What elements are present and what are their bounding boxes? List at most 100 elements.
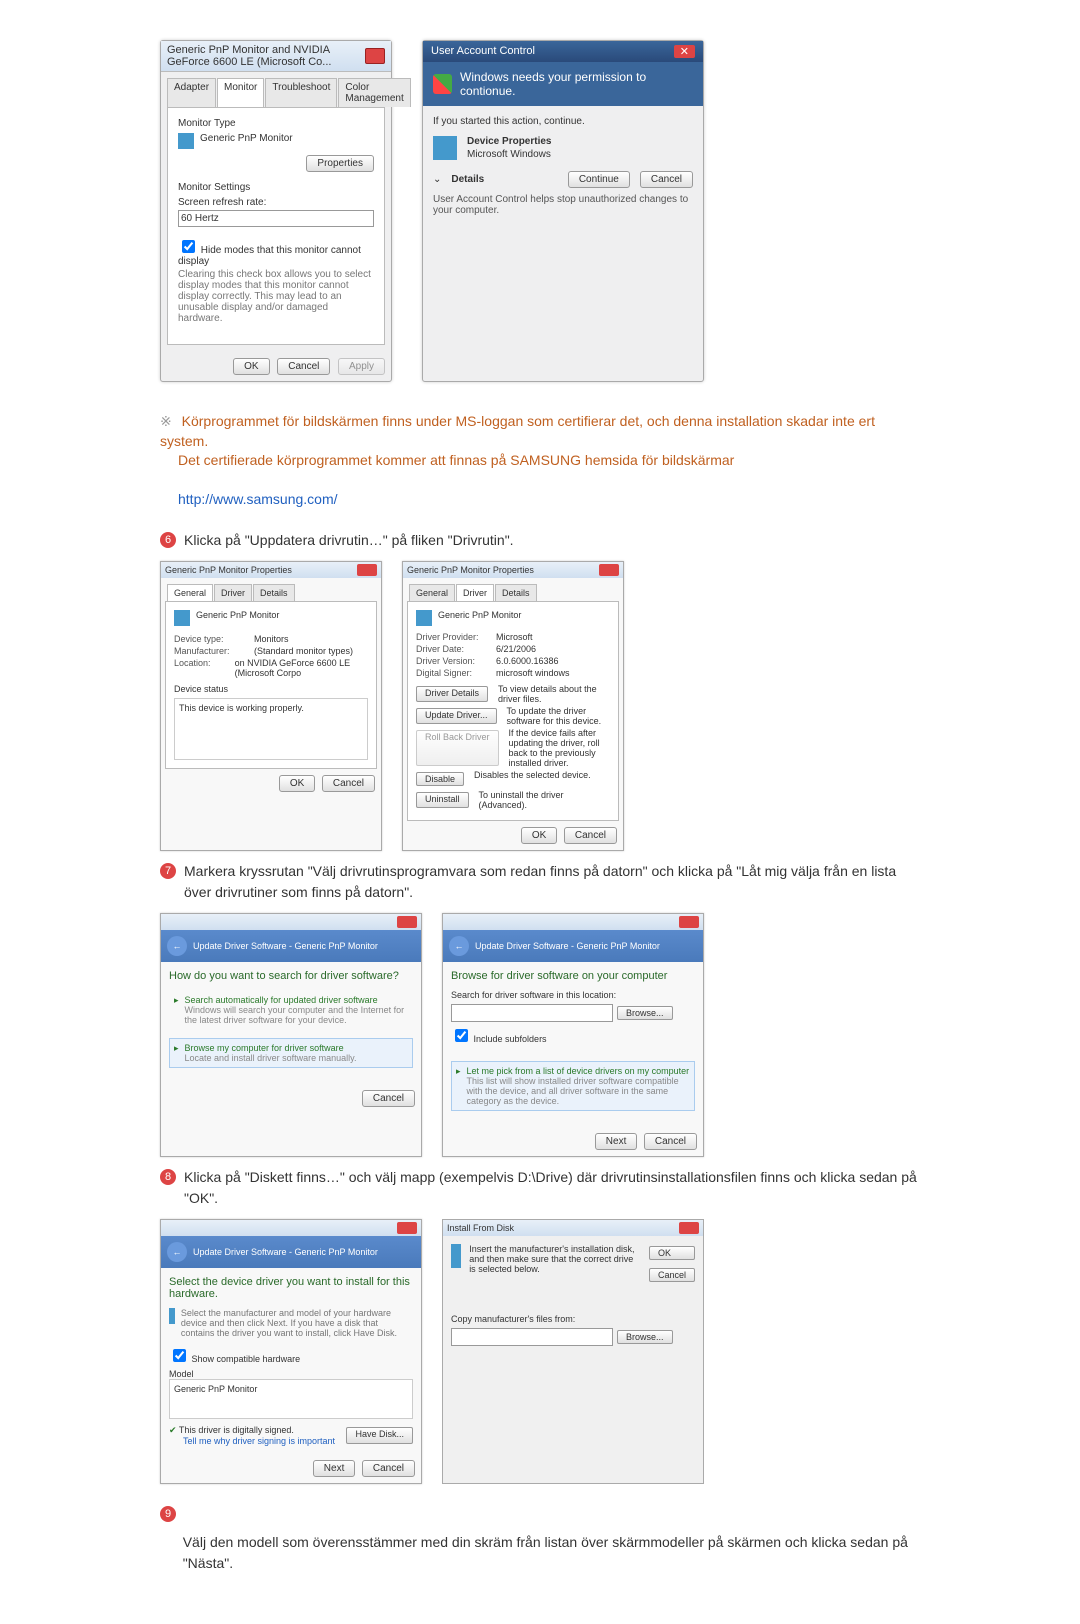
ok-button[interactable]: OK: [649, 1246, 695, 1260]
signing-link[interactable]: Tell me why driver signing is important: [183, 1436, 335, 1446]
pick-title: Let me pick from a list of device driver…: [467, 1066, 690, 1076]
cancel-button[interactable]: Cancel: [644, 1133, 697, 1150]
monitor-icon: [174, 610, 190, 626]
wizard-heading: How do you want to search for driver sof…: [169, 970, 413, 982]
window-title: Generic PnP Monitor and NVIDIA GeForce 6…: [167, 44, 365, 68]
step6-text: Klicka på "Uppdatera drivrutin…" på flik…: [184, 530, 514, 551]
refresh-rate-select[interactable]: 60 Hertz: [178, 210, 374, 227]
props-general-dialog: Generic PnP Monitor Properties General D…: [160, 561, 382, 851]
uninstall-button[interactable]: Uninstall: [416, 792, 469, 808]
window-title: Generic PnP Monitor Properties: [407, 565, 534, 575]
signer-value: microsoft windows: [496, 668, 570, 678]
uac-titlebar: User Account Control ✕: [423, 41, 703, 62]
status-label: Device status: [174, 684, 368, 694]
close-icon[interactable]: [365, 48, 385, 64]
cancel-button[interactable]: Cancel: [362, 1090, 415, 1107]
monitor-icon: [169, 1308, 175, 1324]
option-pick-from-list[interactable]: ▸ Let me pick from a list of device driv…: [451, 1061, 695, 1111]
opt1-title: Search automatically for updated driver …: [185, 995, 378, 1005]
note-line2: Det certifierade körprogrammet kommer at…: [178, 451, 734, 471]
include-subfolders-label: Include subfolders: [474, 1034, 547, 1044]
note-line1: Körprogrammet för bildskärmen finns unde…: [160, 413, 875, 449]
signed-text: This driver is digitally signed.: [179, 1425, 294, 1435]
check-icon: ✔: [169, 1425, 177, 1435]
close-icon[interactable]: [397, 916, 417, 928]
breadcrumb: Update Driver Software - Generic PnP Mon…: [193, 1247, 378, 1257]
breadcrumb: Update Driver Software - Generic PnP Mon…: [193, 941, 378, 951]
tab-driver[interactable]: Driver: [214, 584, 252, 601]
driver-details-button[interactable]: Driver Details: [416, 686, 488, 702]
window-controls[interactable]: [365, 48, 385, 64]
copy-from-combo[interactable]: [451, 1328, 613, 1346]
window-title: Install From Disk: [447, 1223, 514, 1233]
disable-button[interactable]: Disable: [416, 772, 464, 786]
back-icon[interactable]: ←: [167, 936, 187, 956]
chevron-down-icon[interactable]: ⌄: [433, 174, 441, 185]
browse-button[interactable]: Browse...: [617, 1330, 673, 1344]
desc-update: To update the driver software for this d…: [507, 706, 610, 726]
uac-ms-windows: Microsoft Windows: [467, 149, 551, 160]
props-driver-dialog: Generic PnP Monitor Properties General D…: [402, 561, 624, 851]
monitor-settings-label: Monitor Settings: [178, 182, 374, 193]
tab-troubleshoot[interactable]: Troubleshoot: [265, 78, 337, 107]
tab-general[interactable]: General: [167, 584, 213, 601]
close-icon[interactable]: [397, 1222, 417, 1234]
close-icon[interactable]: [679, 916, 699, 928]
monitor-name: Generic PnP Monitor: [200, 133, 293, 149]
cancel-button[interactable]: Cancel: [640, 171, 693, 188]
ok-button[interactable]: OK: [279, 775, 315, 792]
have-disk-button[interactable]: Have Disk...: [346, 1427, 413, 1444]
cancel-button[interactable]: Cancel: [277, 358, 330, 375]
step-bullet-9: 9: [160, 1506, 176, 1522]
show-compat-checkbox[interactable]: [173, 1349, 186, 1362]
device-icon: [433, 136, 457, 160]
cancel-button[interactable]: Cancel: [322, 775, 375, 792]
tab-details[interactable]: Details: [253, 584, 295, 601]
tab-details[interactable]: Details: [495, 584, 537, 601]
properties-button[interactable]: Properties: [306, 155, 374, 172]
ok-button[interactable]: OK: [521, 827, 557, 844]
list-item[interactable]: Generic PnP Monitor: [174, 1384, 257, 1394]
update-driver-button[interactable]: Update Driver...: [416, 708, 497, 724]
option-browse-computer[interactable]: ▸ Browse my computer for driver software…: [169, 1038, 413, 1068]
tab-driver[interactable]: Driver: [456, 584, 494, 601]
tab-color[interactable]: Color Management: [338, 78, 410, 107]
cancel-button[interactable]: Cancel: [564, 827, 617, 844]
step9-text: Välj den modell som överensstämmer med d…: [183, 1532, 920, 1574]
wizard-heading: Browse for driver software on your compu…: [451, 970, 695, 982]
browse-button[interactable]: Browse...: [617, 1006, 673, 1020]
tab-adapter[interactable]: Adapter: [167, 78, 216, 107]
option-auto-search[interactable]: ▸ Search automatically for updated drive…: [169, 990, 413, 1030]
wizard-browse-dialog: ←Update Driver Software - Generic PnP Mo…: [442, 913, 704, 1157]
close-icon[interactable]: [679, 1222, 699, 1234]
apply-button[interactable]: Apply: [338, 358, 385, 375]
close-icon[interactable]: [357, 564, 377, 576]
close-icon[interactable]: [599, 564, 619, 576]
tab-general[interactable]: General: [409, 584, 455, 601]
continue-button[interactable]: Continue: [568, 171, 630, 188]
tab-monitor[interactable]: Monitor: [217, 78, 264, 107]
copy-from-label: Copy manufacturer's files from:: [451, 1314, 695, 1324]
next-button[interactable]: Next: [595, 1133, 638, 1150]
samsung-link[interactable]: http://www.samsung.com/: [178, 491, 338, 507]
pick-desc: This list will show installed driver sof…: [467, 1076, 679, 1106]
status-text: This device is working properly.: [175, 699, 367, 717]
include-subfolders-checkbox[interactable]: [455, 1029, 468, 1042]
hide-modes-checkbox[interactable]: [182, 240, 195, 253]
path-combo[interactable]: [451, 1004, 613, 1022]
details-toggle[interactable]: Details: [451, 174, 484, 185]
close-icon[interactable]: ✕: [674, 45, 695, 58]
loc-label: Location:: [174, 658, 225, 678]
version-value: 6.0.6000.16386: [496, 656, 559, 666]
cancel-button[interactable]: Cancel: [649, 1268, 695, 1282]
ok-button[interactable]: OK: [233, 358, 269, 375]
back-icon[interactable]: ←: [449, 936, 469, 956]
loc-value: on NVIDIA GeForce 6600 LE (Microsoft Cor…: [235, 658, 368, 678]
step-bullet-8: 8: [160, 1169, 176, 1185]
cancel-button[interactable]: Cancel: [362, 1460, 415, 1477]
rollback-button[interactable]: Roll Back Driver: [416, 730, 499, 766]
next-button[interactable]: Next: [313, 1460, 356, 1477]
model-list[interactable]: Generic PnP Monitor: [169, 1379, 413, 1419]
back-icon[interactable]: ←: [167, 1242, 187, 1262]
show-compat-label: Show compatible hardware: [192, 1354, 301, 1364]
